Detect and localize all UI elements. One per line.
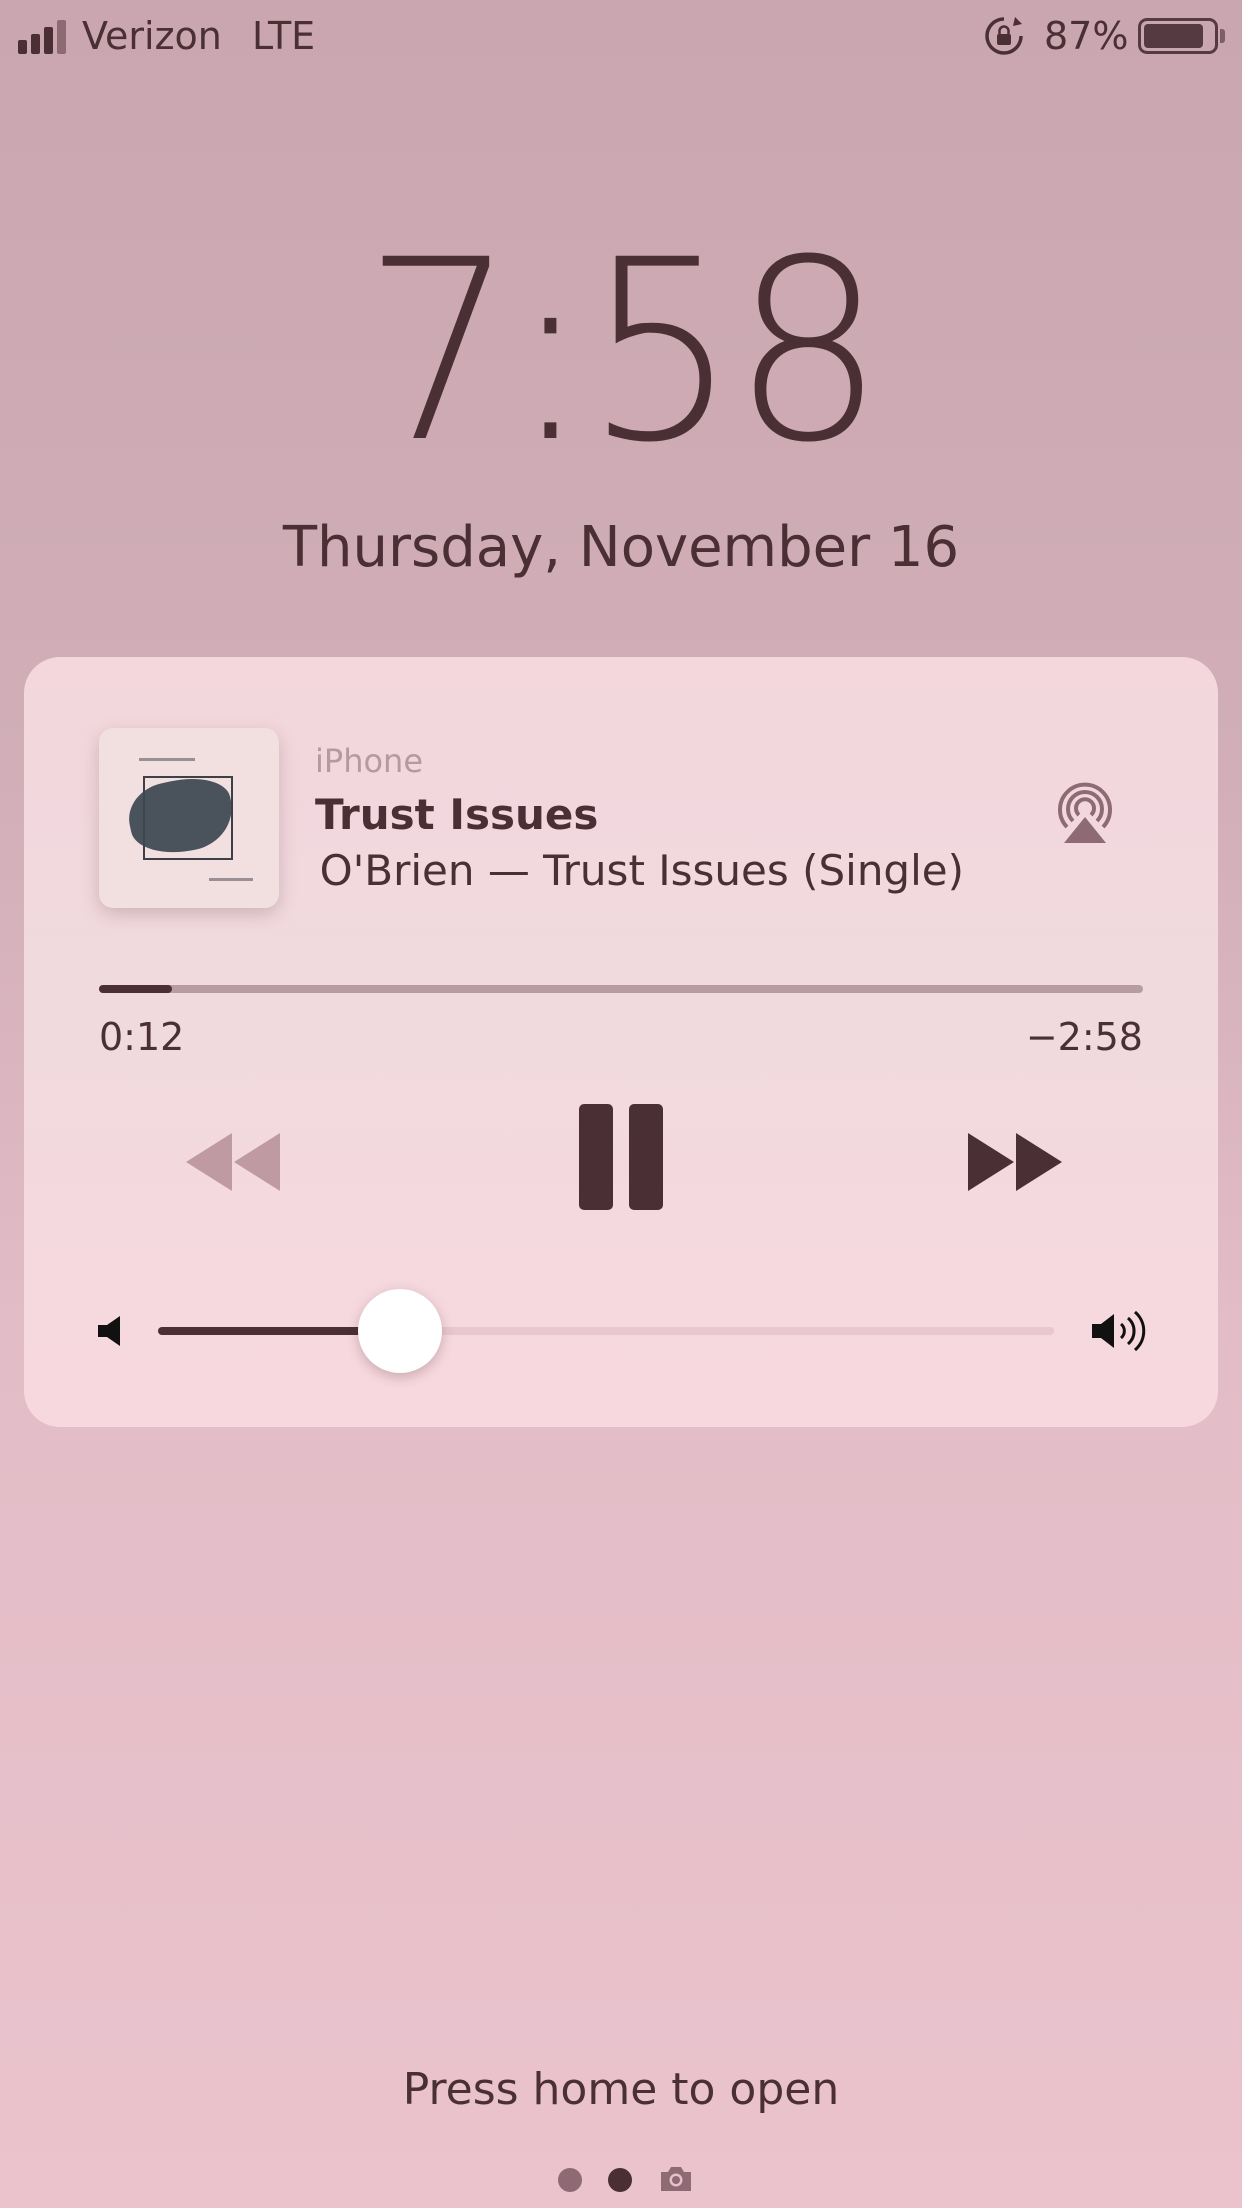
song-title[interactable]: Trust Issues: [315, 788, 598, 842]
now-playing-widget: iPhone Trust Issues O'Brien — Trust Issu…: [24, 657, 1218, 1427]
song-subtitle: O'Brien — Trust Issues (Single): [319, 846, 964, 895]
page-indicator: [0, 2160, 1242, 2194]
press-home-hint: Press home to open: [402, 2064, 840, 2115]
rotation-lock-icon: [985, 17, 1023, 55]
time-text: 7:58: [363, 206, 885, 497]
time-remaining: −2:58: [1025, 1015, 1143, 1059]
playback-source: iPhone: [315, 742, 424, 780]
volume-slider-knob[interactable]: [357, 1289, 442, 1373]
artwork-text-line: [209, 878, 253, 881]
status-bar: Verizon LTE 87%: [0, 0, 1242, 72]
volume-low-icon: [98, 1316, 120, 1346]
camera-icon[interactable]: [658, 2164, 694, 2194]
volume-high-icon: [1092, 1310, 1146, 1352]
signal-bars-icon: [18, 20, 72, 54]
battery-nub: [1220, 29, 1225, 43]
page-dot[interactable]: [558, 2168, 582, 2192]
battery-percent: 87%: [1044, 14, 1129, 58]
pause-icon[interactable]: [576, 1102, 666, 1212]
airplay-icon[interactable]: [1050, 777, 1120, 847]
playback-progress-bar[interactable]: [99, 985, 1143, 993]
lock-screen-date: Thursday, November 16: [282, 515, 960, 580]
time-elapsed: 0:12: [99, 1015, 185, 1059]
rewind-icon[interactable]: [180, 1127, 290, 1197]
network-type: LTE: [252, 14, 316, 58]
page-dot[interactable]: [608, 2168, 632, 2192]
battery-fill: [1144, 24, 1204, 48]
song-subtitle-marquee[interactable]: O'Brien — Trust Issues (Single): [300, 843, 1080, 901]
progress-fill: [99, 985, 173, 993]
volume-slider-track[interactable]: [158, 1327, 1054, 1335]
lock-screen-time: 7:58: [25, 222, 1217, 482]
battery-icon: [1138, 18, 1218, 54]
fast-forward-icon[interactable]: [958, 1127, 1068, 1197]
artwork-text-line: [139, 758, 195, 761]
album-artwork[interactable]: [99, 728, 279, 908]
carrier-name: Verizon: [82, 14, 222, 58]
